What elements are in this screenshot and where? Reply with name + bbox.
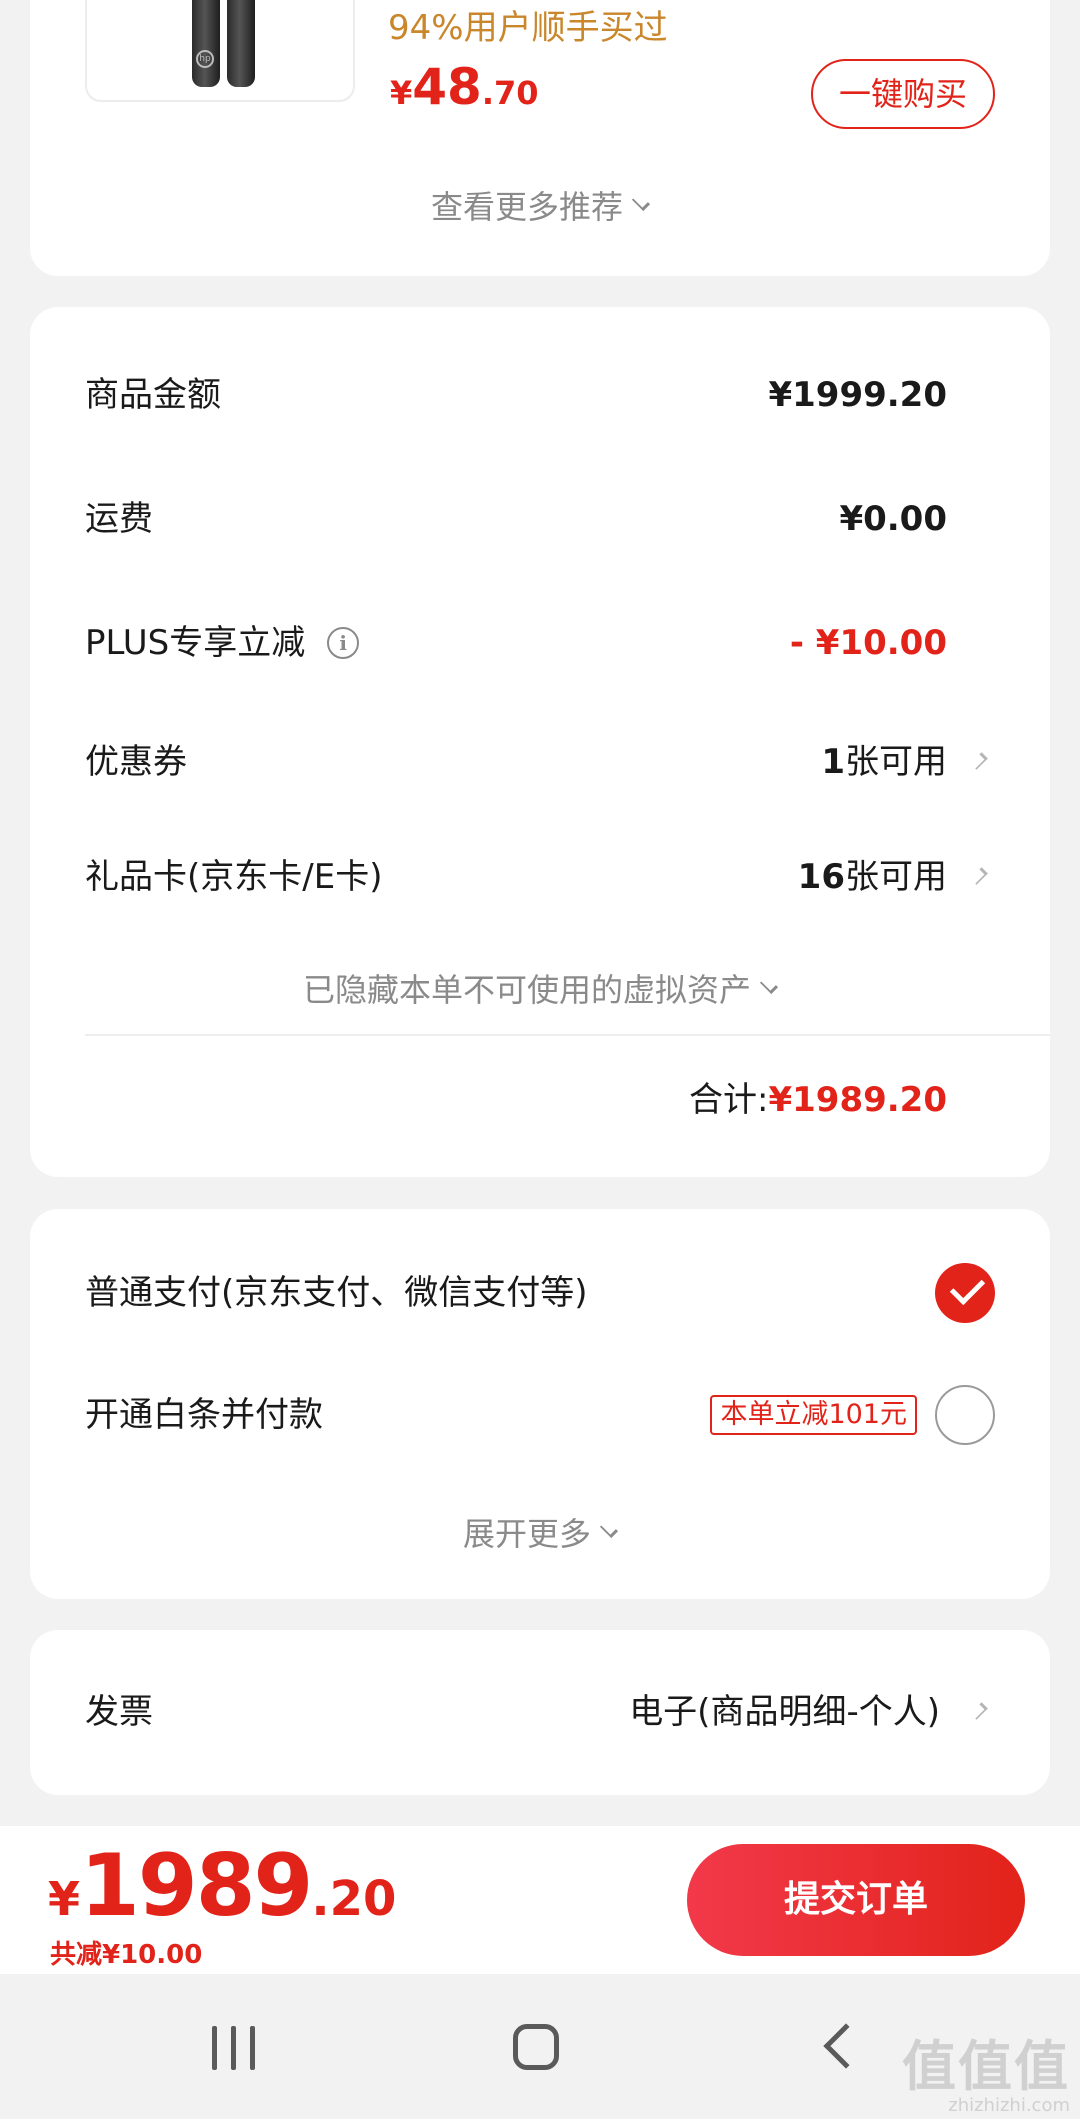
chevron-right-icon bbox=[970, 1702, 988, 1720]
chevron-down-icon bbox=[759, 975, 779, 995]
total-value: ¥1989.20 bbox=[768, 1080, 947, 1120]
bottom-submit-bar: ¥1989.20 共减¥10.00 提交订单 bbox=[0, 1826, 1080, 1974]
goods-amount-label: 商品金额 bbox=[85, 375, 221, 415]
shipping-label: 运费 bbox=[85, 499, 153, 539]
one-click-buy-button[interactable]: 一键购买 bbox=[811, 59, 995, 129]
bottom-total-price: ¥1989.20 bbox=[48, 1836, 397, 1936]
submit-order-button[interactable]: 提交订单 bbox=[687, 1844, 1025, 1956]
usb-stick-image bbox=[192, 0, 220, 87]
watermark: 值值值 zhizhizhi.com bbox=[902, 2035, 1070, 2116]
radio-unchecked[interactable] bbox=[935, 1385, 995, 1445]
invoice-row[interactable]: 发票 电子(商品明细-个人) bbox=[85, 1682, 995, 1742]
total-row: 合计:¥1989.20 bbox=[689, 1072, 947, 1121]
coupon-label: 优惠券 bbox=[85, 742, 187, 782]
giftcard-value: 16张可用 bbox=[797, 857, 947, 897]
coupon-row[interactable]: 优惠券 1张可用 bbox=[85, 732, 995, 792]
recents-icon[interactable] bbox=[212, 2026, 256, 2070]
goods-amount-row: 商品金额 ¥1999.20 bbox=[85, 365, 995, 425]
home-icon[interactable] bbox=[513, 2024, 559, 2070]
invoice-card[interactable]: 发票 电子(商品明细-个人) bbox=[30, 1630, 1050, 1795]
plus-discount-value: - ¥10.00 bbox=[789, 623, 947, 663]
giftcard-label: 礼品卡(京东卡/E卡) bbox=[85, 857, 383, 897]
total-saved-text: 共减¥10.00 bbox=[50, 1940, 203, 1970]
recommend-price: ¥48.70 bbox=[390, 58, 539, 116]
shipping-value: ¥0.00 bbox=[839, 499, 947, 539]
giftcard-row[interactable]: 礼品卡(京东卡/E卡) 16张可用 bbox=[85, 847, 995, 907]
divider bbox=[85, 1034, 1050, 1036]
usb-stick-image bbox=[227, 0, 255, 87]
more-recommend-link[interactable]: 查看更多推荐 bbox=[30, 182, 1050, 228]
product-thumbnail[interactable]: hp bbox=[85, 0, 355, 102]
invoice-value: 电子(商品明细-个人) bbox=[629, 1692, 940, 1732]
payment-card: 普通支付(京东支付、微信支付等) 开通白条并付款 本单立减101元 展开更多 bbox=[30, 1209, 1050, 1599]
plus-discount-label: PLUS专享立减 i bbox=[85, 613, 360, 673]
baitiao-payment-label: 开通白条并付款 bbox=[85, 1395, 323, 1435]
check-icon[interactable] bbox=[935, 1263, 995, 1323]
amount-card: 商品金额 ¥1999.20 运费 ¥0.00 PLUS专享立减 i - ¥10.0… bbox=[30, 307, 1050, 1177]
expand-more-payment-link[interactable]: 展开更多 bbox=[30, 1509, 1050, 1555]
chevron-right-icon bbox=[970, 752, 988, 770]
plus-discount-row: PLUS专享立减 i - ¥10.00 bbox=[85, 613, 995, 673]
info-icon[interactable]: i bbox=[327, 627, 360, 659]
normal-payment-row[interactable]: 普通支付(京东支付、微信支付等) bbox=[85, 1263, 995, 1323]
hp-logo-icon: hp bbox=[196, 50, 214, 68]
coupon-value: 1张可用 bbox=[821, 742, 947, 782]
sold-rate-text: 94%用户顺手买过 bbox=[388, 8, 668, 48]
chevron-down-icon bbox=[631, 192, 651, 212]
normal-payment-label: 普通支付(京东支付、微信支付等) bbox=[85, 1273, 588, 1313]
back-icon[interactable] bbox=[823, 2023, 869, 2069]
goods-amount-value: ¥1999.20 bbox=[768, 375, 947, 415]
invoice-label: 发票 bbox=[85, 1692, 153, 1732]
hidden-assets-toggle[interactable]: 已隐藏本单不可使用的虚拟资产 bbox=[30, 965, 1050, 1011]
recommend-card: hp 94%用户顺手买过 ¥48.70 一键购买 查看更多推荐 bbox=[30, 0, 1050, 276]
baitiao-promo-badge: 本单立减101元 bbox=[710, 1395, 917, 1435]
chevron-right-icon bbox=[970, 867, 988, 885]
total-label: 合计: bbox=[689, 1080, 769, 1120]
shipping-row: 运费 ¥0.00 bbox=[85, 489, 995, 549]
chevron-down-icon bbox=[599, 1519, 619, 1539]
